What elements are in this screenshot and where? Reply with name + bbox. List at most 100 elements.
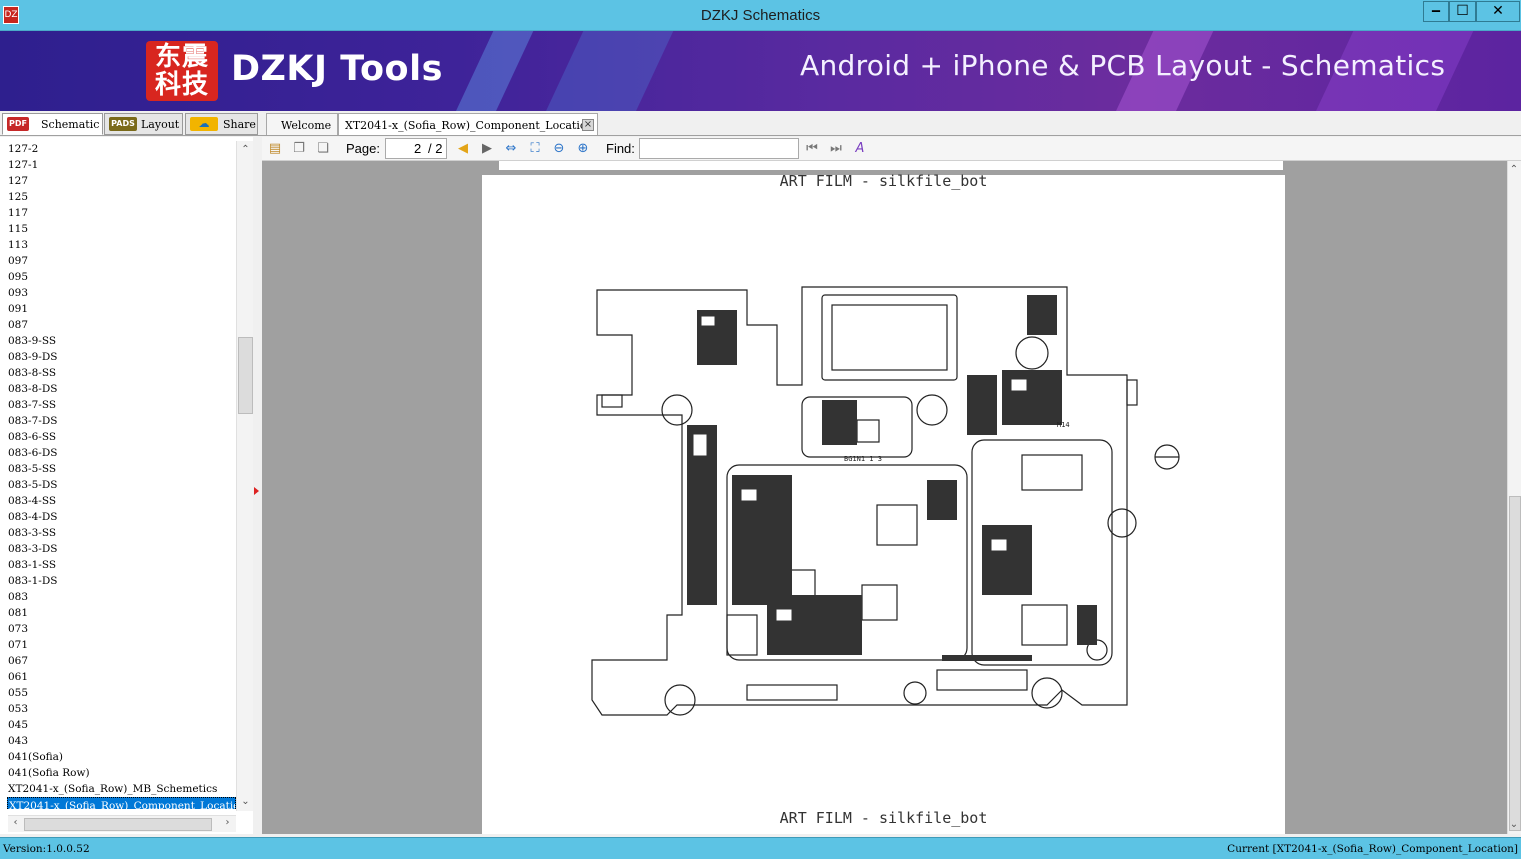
maximize-button[interactable]: ☐ xyxy=(1449,1,1476,22)
list-item[interactable]: 083-3-SS xyxy=(0,525,236,541)
vertical-scrollbar[interactable]: ⌃ ⌄ xyxy=(236,141,253,811)
app-banner: 东震 科技 DZKJ Tools Android + iPhone & PCB … xyxy=(0,31,1521,111)
list-item[interactable]: 067 xyxy=(0,653,236,669)
list-item[interactable]: 081 xyxy=(0,605,236,621)
document-viewer[interactable]: ART FILM - silkfile_bot ART FILM - silkf… xyxy=(262,161,1507,834)
list-item[interactable]: 083-8-SS xyxy=(0,365,236,381)
pcb-board-outline: M14 BG1N1 1 3 xyxy=(591,286,1180,716)
scroll-down-arrow-icon[interactable]: ⌄ xyxy=(238,795,253,810)
collapse-arrow-icon[interactable] xyxy=(254,487,259,495)
list-item[interactable]: 093 xyxy=(0,285,236,301)
tab-schematic-label: Schematic xyxy=(41,118,100,131)
viewer-scroll-down-icon[interactable]: ⌄ xyxy=(1508,818,1520,833)
tab-schematic[interactable]: PDF Schematic xyxy=(2,113,103,135)
list-item[interactable]: 053 xyxy=(0,701,236,717)
list-item-selected[interactable]: XT2041-x_(Sofia_Row)_Component_Location xyxy=(7,797,236,809)
list-item[interactable]: 083-8-DS xyxy=(0,381,236,397)
list-item[interactable]: 073 xyxy=(0,621,236,637)
list-item[interactable]: 083-6-DS xyxy=(0,445,236,461)
list-item[interactable]: XT2041-x_(Sofia_Row)_MB_Schemetics xyxy=(0,781,236,797)
list-item[interactable]: 091 xyxy=(0,301,236,317)
list-item[interactable]: 083 xyxy=(0,589,236,605)
fit-width-icon[interactable]: ⇔ xyxy=(502,140,520,158)
list-item[interactable]: 041(Sofia) xyxy=(0,749,236,765)
status-bar: Version:1.0.0.52 Current [XT2041-x_(Sofi… xyxy=(0,837,1521,859)
list-item[interactable]: 115 xyxy=(0,221,236,237)
list-item[interactable]: 113 xyxy=(0,237,236,253)
list-item[interactable]: 097 xyxy=(0,253,236,269)
scroll-left-arrow-icon[interactable]: ‹ xyxy=(8,816,23,831)
scrollbar-thumb[interactable] xyxy=(238,337,253,414)
zoom-out-icon[interactable]: ⊖ xyxy=(550,140,568,158)
find-label: Find: xyxy=(606,141,635,156)
file-list-panel: 127-2 127-1 127 125 117 115 113 097 095 093 091 087… xyxy=(0,137,260,834)
tab-welcome[interactable]: Welcome xyxy=(266,113,338,135)
list-item[interactable]: 043 xyxy=(0,733,236,749)
list-item[interactable]: 083-1-SS xyxy=(0,557,236,573)
list-item[interactable]: 083-1-DS xyxy=(0,573,236,589)
list-item[interactable]: 083-7-SS xyxy=(0,397,236,413)
list-item[interactable]: 083-9-SS xyxy=(0,333,236,349)
close-button[interactable]: ✕ xyxy=(1476,1,1520,22)
list-item[interactable]: 127-1 xyxy=(0,157,236,173)
tab-component-location[interactable]: XT2041-x_(Sofia_Row)_Component_Location … xyxy=(338,113,598,135)
previous-page-icon[interactable]: ◀ xyxy=(454,140,472,158)
list-item[interactable]: 087 xyxy=(0,317,236,333)
open-file-icon[interactable]: ▤ xyxy=(266,140,284,158)
file-list[interactable]: 127-2 127-1 127 125 117 115 113 097 095 093 091 087… xyxy=(0,141,236,809)
list-item[interactable]: 083-9-DS xyxy=(0,349,236,365)
list-item[interactable]: 125 xyxy=(0,189,236,205)
list-item[interactable]: 083-3-DS xyxy=(0,541,236,557)
list-item[interactable]: 045 xyxy=(0,717,236,733)
list-item[interactable]: 083-4-SS xyxy=(0,493,236,509)
fit-page-icon[interactable]: ⛶ xyxy=(526,140,544,158)
find-previous-icon[interactable]: ⏮ xyxy=(803,140,821,158)
list-item[interactable]: 083-5-DS xyxy=(0,477,236,493)
minimize-button[interactable]: ‒ xyxy=(1423,1,1449,22)
list-item[interactable]: 041(Sofia Row) xyxy=(0,765,236,781)
tab-close-icon[interactable]: × xyxy=(582,119,594,131)
zoom-in-icon[interactable]: ⊕ xyxy=(574,140,592,158)
previous-page-edge xyxy=(499,161,1283,170)
list-item[interactable]: 055 xyxy=(0,685,236,701)
logo-line-1: 东震 xyxy=(154,42,209,72)
find-next-icon[interactable]: ⏭ xyxy=(827,140,845,158)
page-label: Page: xyxy=(346,141,380,156)
list-item[interactable]: 061 xyxy=(0,669,236,685)
scroll-up-arrow-icon[interactable]: ⌃ xyxy=(238,143,253,158)
hscrollbar-thumb[interactable] xyxy=(24,818,212,831)
list-item[interactable]: 083-7-DS xyxy=(0,413,236,429)
list-item[interactable]: 083-5-SS xyxy=(0,461,236,477)
list-item[interactable]: 127-2 xyxy=(0,141,236,157)
viewer-scrollbar-thumb[interactable] xyxy=(1509,496,1521,831)
panel-splitter[interactable] xyxy=(253,137,261,834)
next-page-icon[interactable]: ▶ xyxy=(478,140,496,158)
banner-stripe-decoration xyxy=(527,31,683,111)
viewer-vertical-scrollbar[interactable]: ⌃ ⌄ xyxy=(1507,161,1521,834)
scroll-right-arrow-icon[interactable]: › xyxy=(220,816,235,831)
board-label-m14: M14 xyxy=(1057,421,1070,429)
pages-icon[interactable]: ❏ xyxy=(314,140,332,158)
tab-layout[interactable]: PADS Layout xyxy=(104,113,183,135)
banner-stripe-decoration xyxy=(437,31,543,111)
match-case-icon[interactable]: A xyxy=(851,140,869,158)
pdf-icon: PDF xyxy=(7,117,29,131)
cloud-share-icon: ☁ xyxy=(190,117,218,131)
page-current-value: 2 xyxy=(414,141,422,156)
tab-layout-label: Layout xyxy=(141,118,180,131)
find-input[interactable] xyxy=(639,138,799,159)
title-bar: DZ DZKJ Schematics ‒ ☐ ✕ xyxy=(0,0,1521,31)
list-item[interactable]: 127 xyxy=(0,173,236,189)
list-item[interactable]: 083-4-DS xyxy=(0,509,236,525)
list-item[interactable]: 095 xyxy=(0,269,236,285)
page-total: / 2 xyxy=(428,141,443,156)
list-item[interactable]: 083-6-SS xyxy=(0,429,236,445)
list-item[interactable]: 117 xyxy=(0,205,236,221)
viewer-scroll-up-icon[interactable]: ⌃ xyxy=(1508,163,1520,178)
tab-share[interactable]: ☁ Share xyxy=(185,113,258,135)
list-item[interactable]: 071 xyxy=(0,637,236,653)
copy-icon[interactable]: ❐ xyxy=(290,140,308,158)
horizontal-scrollbar[interactable]: ‹ › xyxy=(8,815,236,832)
document-page: ART FILM - silkfile_bot ART FILM - silkf… xyxy=(482,172,1285,834)
page-header: ART FILM - silkfile_bot xyxy=(779,172,988,190)
